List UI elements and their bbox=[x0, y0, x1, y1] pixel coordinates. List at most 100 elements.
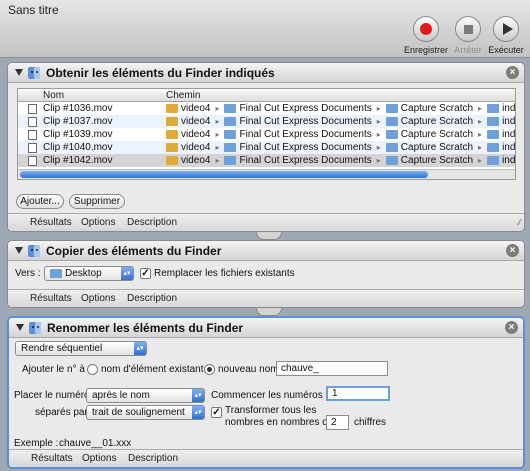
existing-name-label: nom d'élément existant bbox=[101, 364, 204, 375]
folder-icon bbox=[224, 143, 237, 152]
rename-mode-popup[interactable]: Rendre séquentiel ▴▾ bbox=[15, 341, 147, 356]
path-component: inde-2008 bbox=[502, 142, 516, 153]
path-component: video4 bbox=[181, 142, 211, 153]
folder-icon bbox=[224, 130, 237, 139]
path-component: inde-2008 bbox=[502, 129, 516, 140]
folder-icon bbox=[487, 143, 500, 152]
resize-handle-icon[interactable]: ⁄⁄ bbox=[518, 218, 521, 227]
window-toolbar: Sans titre Enregistrer Arrêter Exécuter bbox=[0, 0, 530, 58]
replace-label: Remplacer les fichiers existants bbox=[154, 268, 295, 279]
movie-file-icon bbox=[28, 156, 37, 166]
file-name: Clip #1036.mov bbox=[43, 103, 113, 114]
chevron-updown-icon: ▴▾ bbox=[134, 342, 146, 355]
file-path: video4 ▸ Final Cut Express Documents ▸ Captu… bbox=[166, 154, 516, 167]
path-component: video4 bbox=[181, 129, 211, 140]
action-header: Renommer les éléments du Finder × bbox=[9, 318, 523, 338]
folder-icon bbox=[385, 104, 398, 113]
run-button[interactable]: Exécuter bbox=[479, 16, 530, 55]
table-row[interactable]: Clip #1040.mov video4 ▸ Final Cut Express D… bbox=[18, 141, 515, 154]
description-tab[interactable]: Description bbox=[127, 293, 177, 304]
movie-file-icon bbox=[28, 143, 37, 153]
separator-popup[interactable]: trait de soulignement ▴▾ bbox=[86, 405, 205, 420]
path-separator-icon: ▸ bbox=[376, 117, 381, 126]
finder-icon bbox=[27, 244, 41, 258]
options-tab[interactable]: Options bbox=[82, 453, 116, 464]
new-name-radio[interactable] bbox=[204, 364, 215, 375]
results-tab[interactable]: Résultats bbox=[30, 293, 72, 304]
folder-icon bbox=[487, 104, 500, 113]
folder-icon bbox=[224, 104, 237, 113]
action-header: Copier des éléments du Finder × bbox=[8, 241, 524, 261]
path-separator-icon: ▸ bbox=[478, 130, 483, 139]
path-separator-icon: ▸ bbox=[215, 117, 220, 126]
folder-icon bbox=[166, 117, 178, 126]
path-separator-icon: ▸ bbox=[478, 104, 483, 113]
destination-popup[interactable]: Desktop ▴▾ bbox=[44, 266, 134, 281]
folder-icon bbox=[487, 130, 500, 139]
path-component: Final Cut Express Documents bbox=[239, 103, 372, 114]
table-row[interactable]: Clip #1036.mov video4 ▸ Final Cut Express D… bbox=[18, 102, 515, 115]
options-tab[interactable]: Options bbox=[81, 293, 115, 304]
path-separator-icon: ▸ bbox=[376, 156, 381, 165]
folder-icon bbox=[385, 130, 398, 139]
scrollbar-thumb[interactable] bbox=[20, 171, 428, 178]
add-button[interactable]: Ajouter... bbox=[16, 194, 64, 209]
options-tab[interactable]: Options bbox=[81, 217, 115, 228]
add-number-label: Ajouter le n° à bbox=[22, 364, 85, 375]
place-number-label: Placer le numéro bbox=[14, 390, 90, 401]
action-header: Obtenir les éléments du Finder indiqués … bbox=[8, 63, 524, 83]
window-title: Sans titre bbox=[8, 3, 59, 17]
disclosure-triangle-icon[interactable] bbox=[15, 69, 23, 76]
file-path: video4 ▸ Final Cut Express Documents ▸ Captu… bbox=[166, 115, 516, 128]
folder-icon bbox=[224, 117, 237, 126]
transform-label-line1: Transformer tous les bbox=[225, 405, 317, 416]
path-separator-icon: ▸ bbox=[215, 143, 220, 152]
path-component: video4 bbox=[181, 155, 211, 166]
path-separator-icon: ▸ bbox=[215, 104, 220, 113]
close-icon[interactable]: × bbox=[506, 244, 519, 257]
close-icon[interactable]: × bbox=[506, 66, 519, 79]
action-connector bbox=[256, 232, 282, 240]
table-header: Nom Chemin bbox=[18, 89, 515, 102]
folder-icon bbox=[487, 117, 500, 126]
path-component: Final Cut Express Documents bbox=[239, 116, 372, 127]
stop-icon bbox=[463, 24, 473, 34]
start-number-input[interactable]: 1 bbox=[326, 386, 390, 401]
table-row[interactable]: Clip #1037.mov video4 ▸ Final Cut Express D… bbox=[18, 115, 515, 128]
close-icon[interactable]: × bbox=[505, 321, 518, 334]
existing-name-radio[interactable] bbox=[87, 364, 98, 375]
table-row[interactable]: Clip #1039.mov video4 ▸ Final Cut Express D… bbox=[18, 128, 515, 141]
remove-button[interactable]: Supprimer bbox=[69, 194, 125, 209]
action-footer: Résultats Options Description bbox=[8, 289, 524, 307]
results-tab[interactable]: Résultats bbox=[30, 217, 72, 228]
path-separator-icon: ▸ bbox=[376, 143, 381, 152]
horizontal-scrollbar[interactable] bbox=[18, 169, 515, 179]
path-separator-icon: ▸ bbox=[215, 156, 220, 165]
path-component: inde-2008 bbox=[502, 116, 516, 127]
transform-checkbox[interactable]: ✓ bbox=[211, 407, 222, 418]
path-component: inde-2008 bbox=[502, 155, 516, 166]
file-name: Clip #1037.mov bbox=[43, 116, 113, 127]
column-header-name[interactable]: Nom bbox=[43, 90, 64, 101]
disclosure-triangle-icon[interactable] bbox=[16, 324, 24, 331]
place-number-popup[interactable]: après le nom ▴▾ bbox=[86, 388, 205, 403]
path-separator-icon: ▸ bbox=[215, 130, 220, 139]
description-tab[interactable]: Description bbox=[127, 217, 177, 228]
new-name-input[interactable]: chauve_ bbox=[276, 361, 388, 376]
workflow-area: Obtenir les éléments du Finder indiqués … bbox=[0, 58, 530, 471]
disclosure-triangle-icon[interactable] bbox=[15, 247, 23, 254]
finder-icon bbox=[27, 66, 41, 80]
movie-file-icon bbox=[28, 117, 37, 127]
column-header-path[interactable]: Chemin bbox=[166, 90, 200, 101]
folder-icon bbox=[224, 156, 237, 165]
table-row[interactable]: Clip #1042.mov video4 ▸ Final Cut Express D… bbox=[18, 154, 515, 167]
finder-icon bbox=[28, 321, 42, 335]
results-tab[interactable]: Résultats bbox=[31, 453, 73, 464]
rename-mode-value: Rendre séquentiel bbox=[21, 343, 103, 354]
path-separator-icon: ▸ bbox=[478, 156, 483, 165]
replace-checkbox[interactable]: ✓ bbox=[140, 268, 151, 279]
transform-label-line2: nombres en nombres de bbox=[225, 417, 334, 428]
description-tab[interactable]: Description bbox=[128, 453, 178, 464]
digits-input[interactable]: 2 bbox=[326, 415, 349, 430]
digits-label: chiffres bbox=[354, 417, 387, 428]
